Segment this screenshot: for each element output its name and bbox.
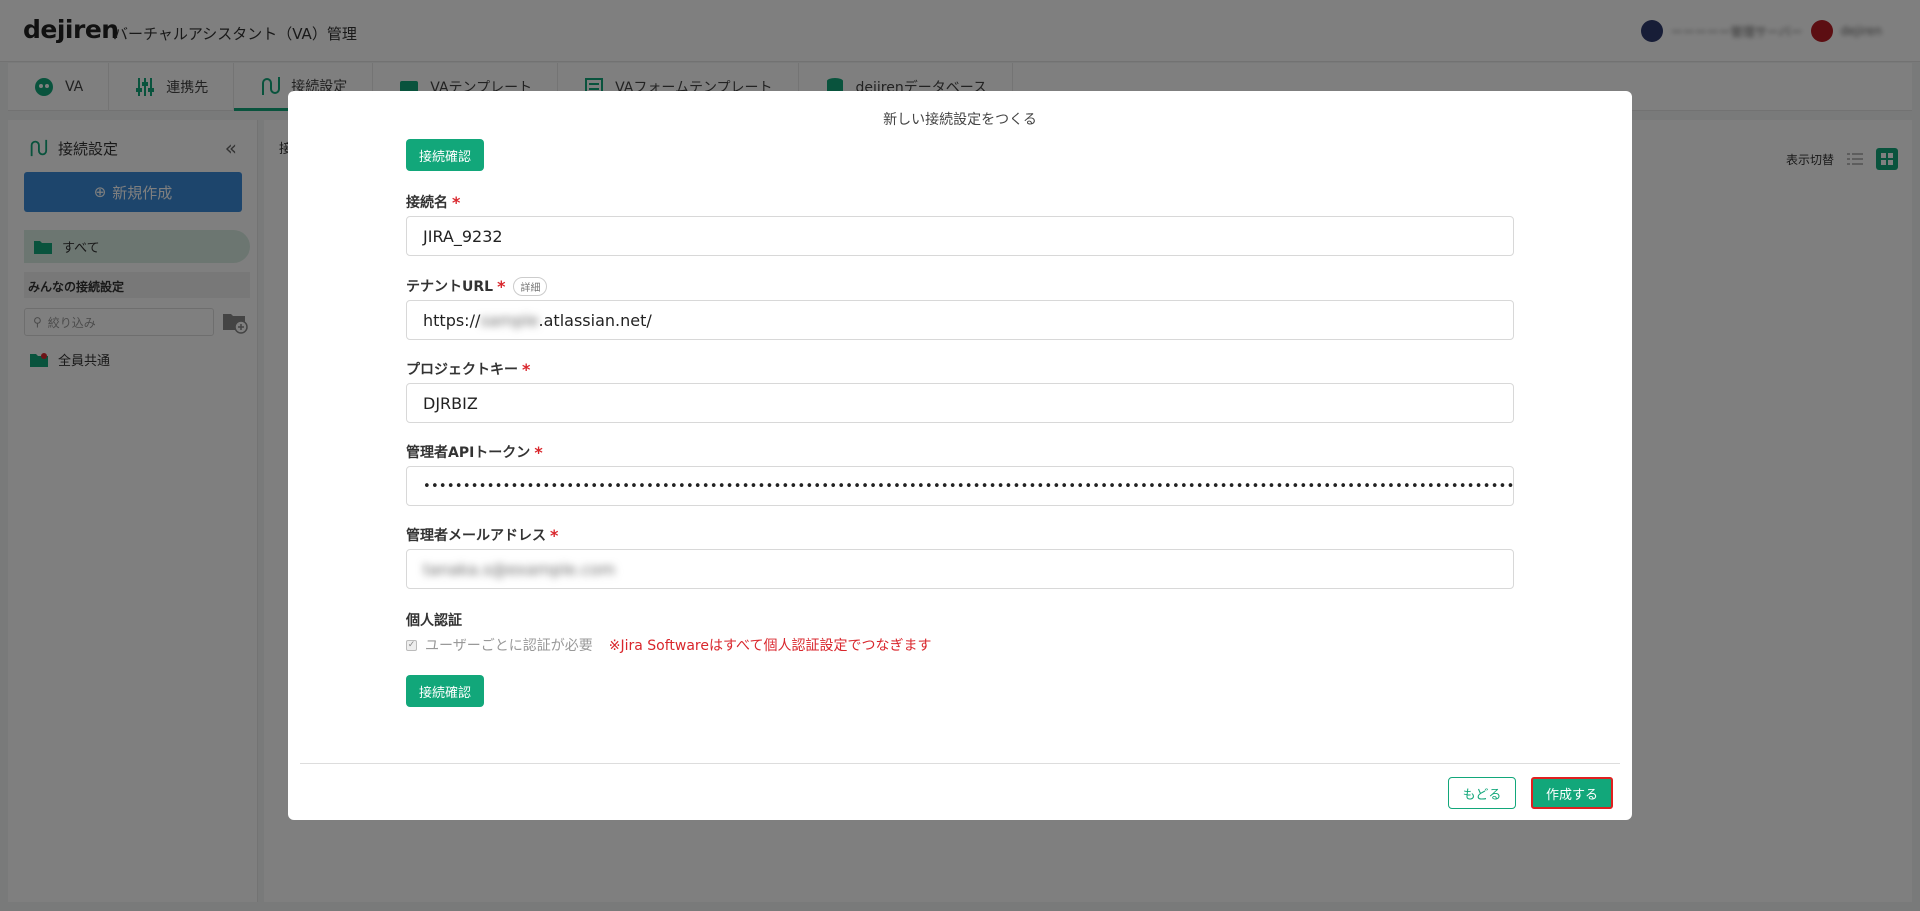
checkbox-label: ユーザーごとに認証が必要 xyxy=(425,638,593,654)
tenant-url-input[interactable]: https://sample .atlassian.net/ xyxy=(406,300,1514,340)
admin-email-label: 管理者メールアドレス * xyxy=(406,525,558,545)
modal-title: 新しい接続設定をつくる xyxy=(883,112,1037,128)
back-button[interactable]: もどる xyxy=(1448,777,1516,809)
create-connection-modal: 新しい接続設定をつくる 接続確認 接続名 * JIRA_9232 テナントURL *… xyxy=(288,91,1632,820)
url-prefix: https:// xyxy=(423,310,481,330)
admin-email-input[interactable]: tanaka.s@example.com xyxy=(406,549,1514,589)
label-text: プロジェクトキー xyxy=(406,362,518,378)
personal-auth-checkbox[interactable]: ✓ xyxy=(406,639,417,651)
personal-auth-label: 個人認証 xyxy=(406,613,462,629)
connection-name-label: 接続名 * xyxy=(406,192,460,212)
label-text: 接続名 xyxy=(406,195,448,211)
label-text: 管理者メールアドレス xyxy=(406,528,546,544)
connection-check-button[interactable]: 接続確認 xyxy=(406,139,485,171)
required-mark: * xyxy=(550,525,559,545)
divider xyxy=(300,763,1620,764)
label-text: テナントURL xyxy=(406,279,494,295)
url-hidden-part: sample xyxy=(480,310,539,330)
label-text: 管理者APIトークン xyxy=(406,445,531,461)
create-button[interactable]: 作成する xyxy=(1531,777,1613,809)
required-mark: * xyxy=(452,192,461,212)
required-mark: * xyxy=(534,442,543,462)
detail-badge[interactable]: 詳細 xyxy=(513,276,548,296)
tenant-url-label: テナントURL * 詳細 xyxy=(406,276,548,296)
jira-note: ※Jira Softwareはすべて個人認証設定でつなぎます xyxy=(608,638,932,654)
api-token-label: 管理者APIトークン * xyxy=(406,442,543,462)
connection-name-input[interactable]: JIRA_9232 xyxy=(406,216,1514,256)
personal-auth-row: ✓ ユーザーごとに認証が必要 ※Jira Softwareはすべて個人認証設定で… xyxy=(406,635,931,655)
project-key-input[interactable]: DJRBIZ xyxy=(406,383,1514,423)
required-mark: * xyxy=(497,276,506,296)
url-suffix: .atlassian.net/ xyxy=(538,310,652,330)
project-key-label: プロジェクトキー * xyxy=(406,359,530,379)
api-token-input[interactable]: ••••••••••••••••••••••••••••••••••••••••… xyxy=(406,466,1514,506)
email-value: tanaka.s@example.com xyxy=(423,559,616,579)
connection-check-button-bottom[interactable]: 接続確認 xyxy=(406,675,485,707)
required-mark: * xyxy=(522,359,531,379)
